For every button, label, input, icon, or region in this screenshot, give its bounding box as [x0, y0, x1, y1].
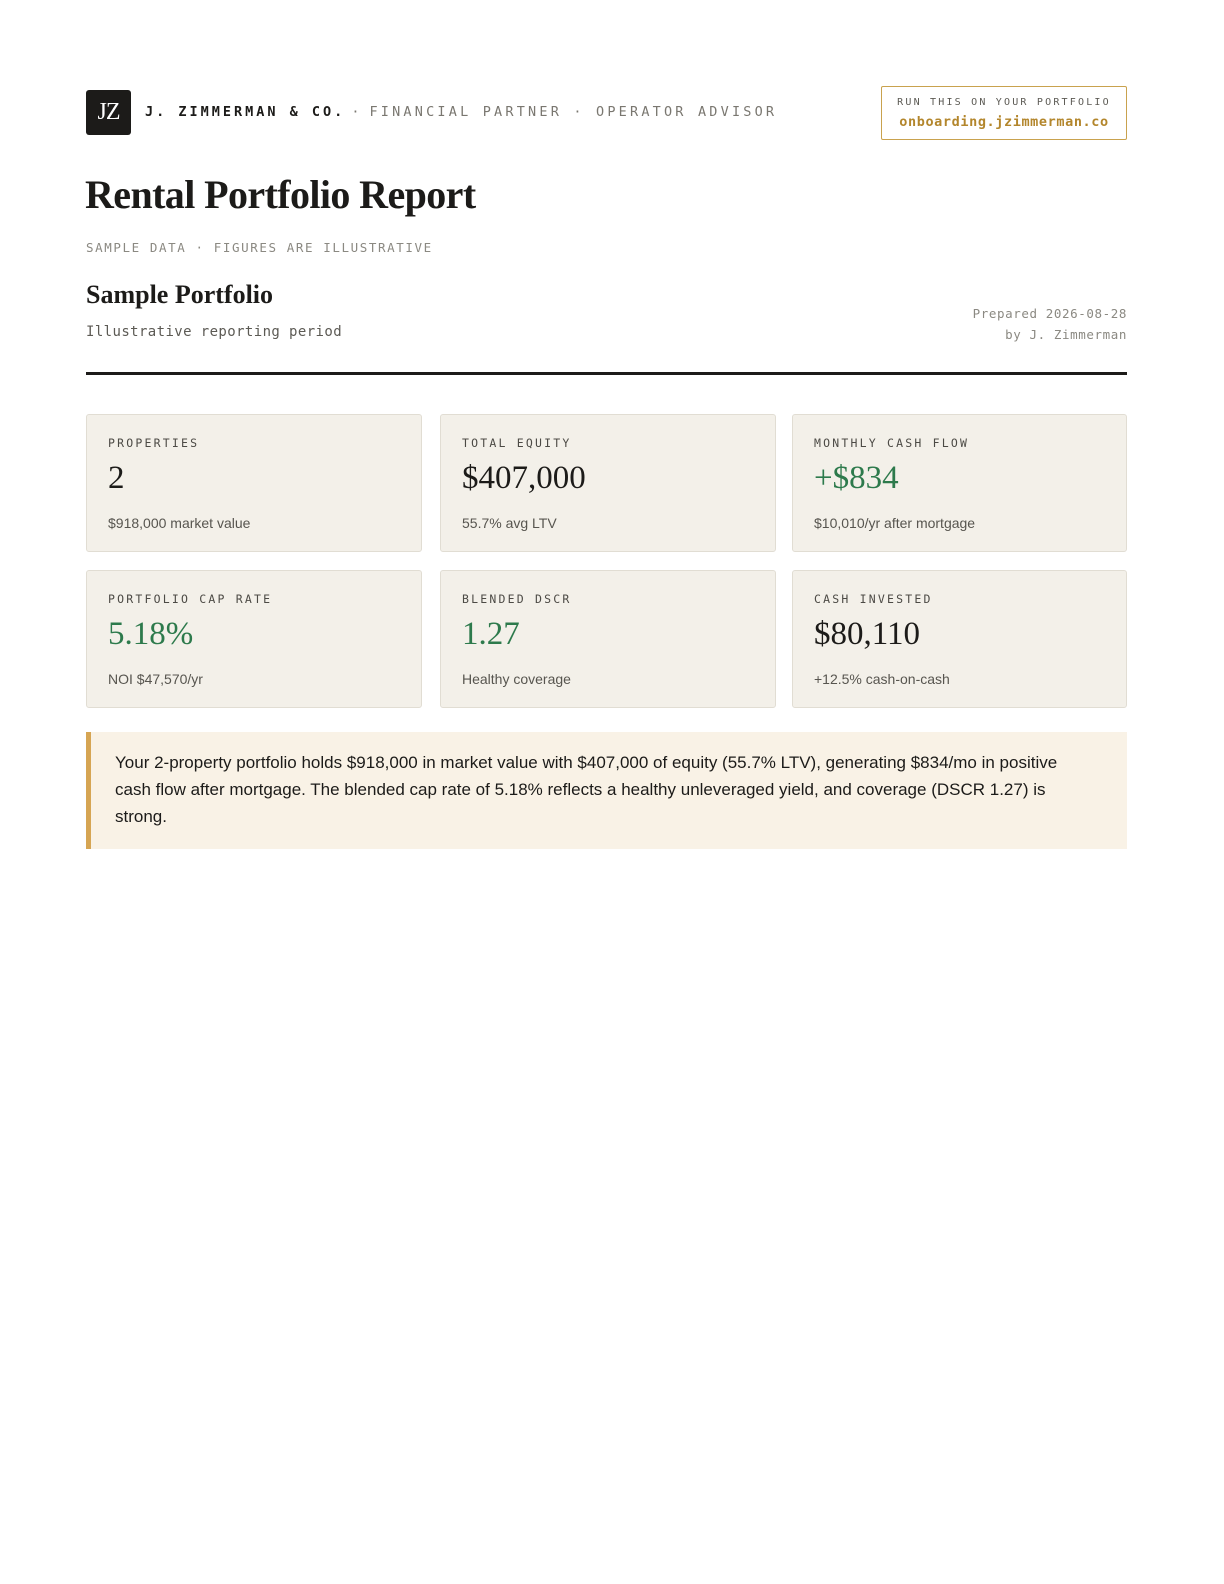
stat-label: PROPERTIES	[108, 436, 200, 450]
stat-value: $80,110	[814, 616, 921, 652]
onboarding-cta[interactable]: RUN THIS ON YOUR PORTFOLIO onboarding.jz…	[881, 86, 1127, 140]
stat-value: +$834	[814, 460, 899, 496]
prepared-by: by J. Zimmerman	[1005, 327, 1127, 342]
stat-label: PORTFOLIO CAP RATE	[108, 592, 273, 606]
header-divider	[86, 372, 1127, 375]
stat-label: MONTHLY CASH FLOW	[814, 436, 970, 450]
prepared-date: Prepared 2026-08-28	[972, 306, 1127, 321]
stat-subtext: 55.7% avg LTV	[462, 515, 557, 531]
cta-label: RUN THIS ON YOUR PORTFOLIO	[897, 97, 1111, 108]
stat-subtext: NOI $47,570/yr	[108, 671, 203, 687]
stat-value: 5.18%	[108, 616, 194, 652]
report-subtitle: SAMPLE DATA · FIGURES ARE ILLUSTRATIVE	[86, 240, 433, 255]
stat-subtext: $918,000 market value	[108, 515, 251, 531]
reporting-period: Illustrative reporting period	[86, 324, 343, 340]
stat-subtext: $10,010/yr after mortgage	[814, 515, 976, 531]
stat-value: 1.27	[462, 616, 520, 652]
stat-card-properties: PROPERTIES 2 $918,000 market value	[86, 414, 422, 552]
brand-line: J. ZIMMERMAN & CO. · FINANCIAL PARTNER · O…	[145, 103, 777, 121]
stat-label: CASH INVESTED	[814, 592, 933, 606]
stat-card-dscr: BLENDED DSCR 1.27 Healthy coverage	[440, 570, 776, 708]
stat-label: TOTAL EQUITY	[462, 436, 572, 450]
summary-callout: Your 2-property portfolio holds $918,000…	[86, 732, 1127, 849]
stat-subtext: +12.5% cash-on-cash	[814, 671, 950, 687]
summary-text: Your 2-property portfolio holds $918,000…	[115, 753, 1058, 826]
brand-tagline: FINANCIAL PARTNER · OPERATOR ADVISOR	[369, 104, 778, 120]
report-title: Rental Portfolio Report	[85, 172, 476, 217]
prepared-info: Prepared 2026-08-28 by J. Zimmerman	[973, 303, 1127, 345]
stat-card-monthly-cash-flow: MONTHLY CASH FLOW +$834 $10,010/yr after…	[792, 414, 1127, 552]
stat-value: $407,000	[462, 460, 586, 496]
stat-value: 2	[108, 460, 125, 496]
portfolio-name: Sample Portfolio	[86, 280, 274, 309]
stat-card-total-equity: TOTAL EQUITY $407,000 55.7% avg LTV	[440, 414, 776, 552]
cta-url-link[interactable]: onboarding.jzimmerman.co	[882, 113, 1126, 131]
stat-subtext: Healthy coverage	[462, 671, 571, 687]
stat-card-cap-rate: PORTFOLIO CAP RATE 5.18% NOI $47,570/yr	[86, 570, 422, 708]
brand-name: J. ZIMMERMAN & CO.	[145, 104, 346, 120]
stat-label: BLENDED DSCR	[462, 592, 572, 606]
brand-logo: JZ	[86, 90, 131, 135]
brand-separator: ·	[351, 104, 360, 120]
stat-card-cash-invested: CASH INVESTED $80,110 +12.5% cash-on-cas…	[792, 570, 1127, 708]
